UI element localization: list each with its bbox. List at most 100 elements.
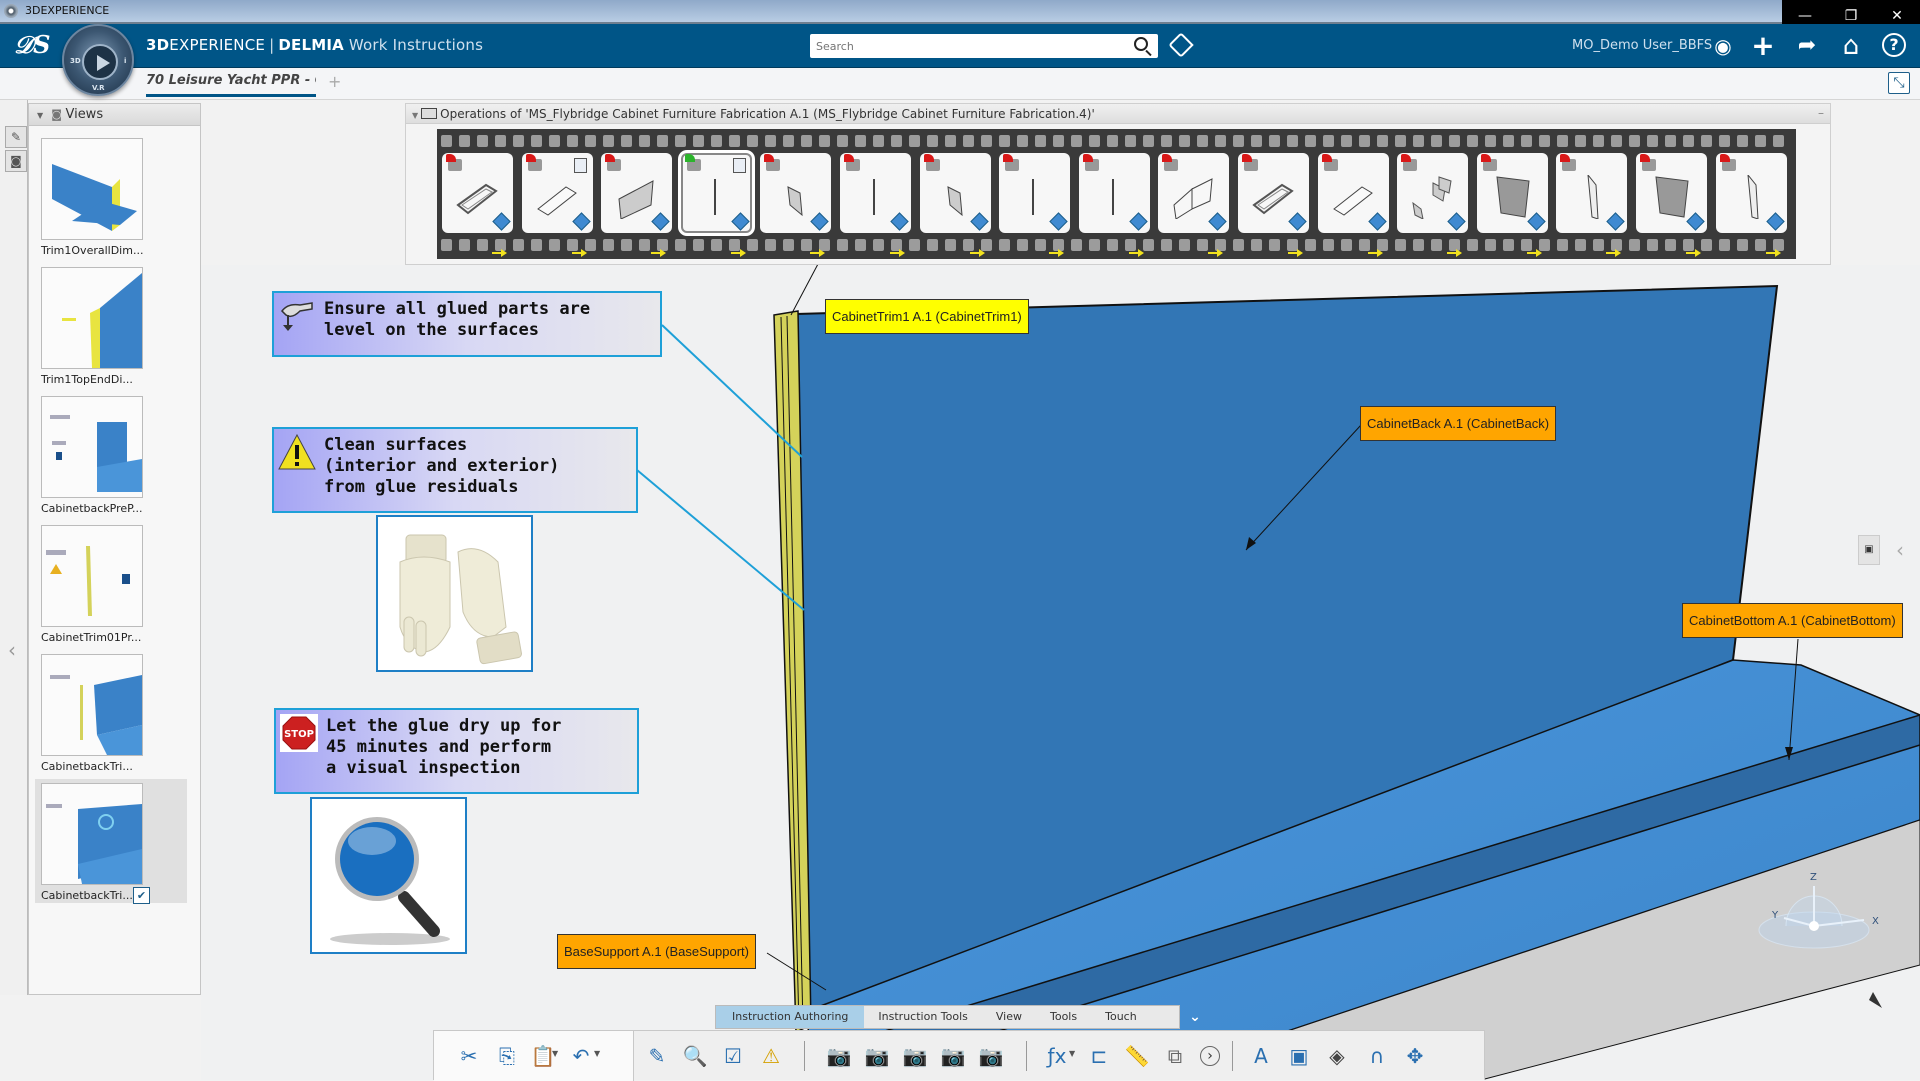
operations-header[interactable]: ▼ Operations of 'MS_Flybridge Cabinet Fur… — [406, 104, 1830, 124]
compass-widget[interactable]: 3D V.R i — [62, 24, 134, 96]
add-view-icon[interactable]: 📷 — [824, 1041, 854, 1071]
formula-icon[interactable]: ƒx — [1042, 1041, 1072, 1071]
operation-frame[interactable] — [840, 153, 911, 233]
3d-viewport[interactable]: Z X Y Ensure all glued parts are level o… — [201, 265, 1920, 1080]
view-item[interactable]: Trim1TopEndDi... — [35, 263, 187, 387]
right-chevron-icon[interactable]: ‹ — [1896, 538, 1904, 562]
view-item[interactable]: Trim1OverallDim... — [35, 134, 187, 258]
side-panel-toggle-icon[interactable]: ▣ — [1858, 535, 1880, 565]
add-icon[interactable]: + — [1750, 32, 1776, 60]
compass-info-label[interactable]: i — [124, 57, 126, 65]
copy-icon[interactable]: ⎘ — [492, 1041, 522, 1071]
view-thumbnail[interactable] — [41, 396, 143, 498]
robot-icon[interactable]: ✥ — [1400, 1041, 1430, 1071]
hide-show-icon[interactable]: ◈ — [1322, 1041, 1352, 1071]
edit-instruction-icon[interactable]: ✎ — [642, 1041, 672, 1071]
operation-frame[interactable] — [1158, 153, 1230, 233]
views-panel-header[interactable]: ▼ ◙ Views — [29, 104, 200, 126]
cut-icon[interactable]: ✂ — [454, 1041, 484, 1071]
validate-instruction-icon[interactable]: ☑ — [718, 1041, 748, 1071]
compass-play-button[interactable] — [82, 44, 118, 80]
more-tabs-chevron-icon[interactable]: ⌄ — [1182, 1006, 1208, 1028]
search-icon[interactable] — [1134, 37, 1148, 51]
part-label-cabinet-back[interactable]: CabinetBack A.1 (CabinetBack) — [1360, 406, 1557, 441]
annotation-image-icon[interactable]: ▣ — [1284, 1041, 1314, 1071]
home-icon[interactable]: ⌂ — [1838, 33, 1864, 59]
check-icon[interactable]: ✔ — [133, 887, 150, 904]
magnet-icon[interactable]: ∩ — [1362, 1041, 1392, 1071]
operation-frame[interactable] — [521, 153, 593, 233]
collapse-icon[interactable]: ⤡ — [1888, 72, 1910, 94]
operation-frame[interactable] — [1317, 153, 1389, 233]
collapse-triangle-icon[interactable]: ▼ — [37, 111, 43, 120]
instruction-callout-clean[interactable]: Clean surfaces (interior and exterior) f… — [272, 427, 638, 513]
measure-icon[interactable]: 📏 — [1122, 1041, 1152, 1071]
share-icon[interactable]: ➦ — [1794, 33, 1820, 59]
view-item[interactable]: CabinetbackTri... — [35, 650, 187, 774]
operation-frame[interactable] — [1078, 153, 1150, 233]
minimize-panel-button[interactable]: – — [1818, 106, 1824, 120]
view-thumbnail[interactable] — [41, 525, 143, 627]
operation-frame[interactable] — [1397, 153, 1469, 233]
action-tab-view[interactable]: View — [982, 1006, 1036, 1028]
update-view-icon[interactable]: 📷 — [862, 1041, 892, 1071]
delete-view-icon[interactable]: 📷 — [976, 1041, 1006, 1071]
part-label-base-support[interactable]: BaseSupport A.1 (BaseSupport) — [557, 934, 757, 969]
instruction-callout-dry[interactable]: STOP Let the glue dry up for 45 minutes … — [274, 708, 639, 794]
operation-frame[interactable] — [1238, 153, 1309, 233]
sprocket-hole — [1269, 239, 1280, 251]
alert-instruction-icon[interactable]: ⚠ — [756, 1041, 786, 1071]
view-thumbnail[interactable] — [41, 138, 143, 240]
annotation-3d-icon[interactable]: A — [1246, 1041, 1276, 1071]
action-tab-tools[interactable]: Tools — [1036, 1006, 1091, 1028]
view-thumbnail[interactable] — [41, 783, 143, 885]
action-tab-instruction-authoring[interactable]: Instruction Authoring — [716, 1006, 865, 1028]
undo-dropdown-icon[interactable]: ▼ — [594, 1049, 600, 1058]
operation-frame[interactable] — [760, 153, 832, 233]
part-label-cabinet-trim[interactable]: CabinetTrim1 A.1 (CabinetTrim1) — [825, 299, 1029, 334]
operation-frame[interactable] — [601, 153, 673, 233]
compass-vr-label[interactable]: V.R — [92, 84, 105, 92]
section-clamp-icon[interactable]: ⊏ — [1084, 1041, 1114, 1071]
view-thumbnail[interactable] — [41, 654, 143, 756]
operation-frame[interactable] — [999, 153, 1071, 233]
paint-view-icon[interactable]: 📷 — [938, 1041, 968, 1071]
compass-3d-label[interactable]: 3D — [70, 57, 81, 65]
paste-dropdown-icon[interactable]: ▼ — [552, 1049, 558, 1058]
operation-frame[interactable] — [1476, 153, 1548, 233]
user-icon[interactable]: ◉ — [1710, 33, 1736, 59]
ds-logo[interactable]: 𝒟S — [14, 30, 50, 59]
formula-dropdown-icon[interactable]: ▼ — [1069, 1049, 1075, 1058]
part-label-cabinet-bottom[interactable]: CabinetBottom A.1 (CabinetBottom) — [1682, 603, 1903, 638]
review-instruction-icon[interactable]: 🔍 — [680, 1041, 710, 1071]
search-input[interactable] — [816, 37, 1116, 55]
add-tab-button[interactable]: + — [328, 72, 341, 91]
instruction-callout-level[interactable]: Ensure all glued parts are level on the … — [272, 291, 662, 357]
view-item[interactable]: CabinetTrim01Pr... — [35, 521, 187, 645]
document-tab[interactable]: 70 Leisure Yacht PPR - Con — [146, 73, 316, 97]
check-view-icon[interactable]: 📷 — [900, 1041, 930, 1071]
view-item[interactable]: CabinetbackTri... ✔ — [35, 779, 187, 904]
view-item[interactable]: CabinetbackPreP... — [35, 392, 187, 516]
view-thumbnail[interactable] — [41, 267, 143, 369]
collapse-triangle-icon[interactable]: ▼ — [412, 111, 418, 120]
user-name[interactable]: MO_Demo User_BBFS — [1572, 38, 1712, 53]
camera-tool-icon[interactable]: ◙ — [5, 150, 27, 172]
undo-icon[interactable]: ↶ — [566, 1041, 596, 1071]
operation-frame[interactable] — [1715, 153, 1787, 233]
operation-frame[interactable] — [680, 153, 752, 233]
help-icon[interactable]: ? — [1882, 33, 1906, 57]
sprocket-hole — [1737, 135, 1748, 147]
operation-frame[interactable] — [1556, 153, 1628, 233]
operation-frame[interactable] — [1636, 153, 1707, 233]
next-icon[interactable]: › — [1200, 1046, 1220, 1066]
search-box[interactable] — [810, 34, 1158, 58]
edit-tool-icon[interactable]: ✎ — [5, 126, 27, 148]
action-tab-touch[interactable]: Touch — [1091, 1006, 1151, 1028]
operation-frame[interactable] — [919, 153, 991, 233]
action-tab-instruction-tools[interactable]: Instruction Tools — [864, 1006, 981, 1028]
tag-icon[interactable] — [1168, 32, 1194, 58]
operation-frame[interactable] — [442, 153, 513, 233]
section-box-icon[interactable]: ⧉ — [1160, 1041, 1190, 1071]
left-chevron-icon[interactable]: ‹ — [8, 638, 16, 662]
